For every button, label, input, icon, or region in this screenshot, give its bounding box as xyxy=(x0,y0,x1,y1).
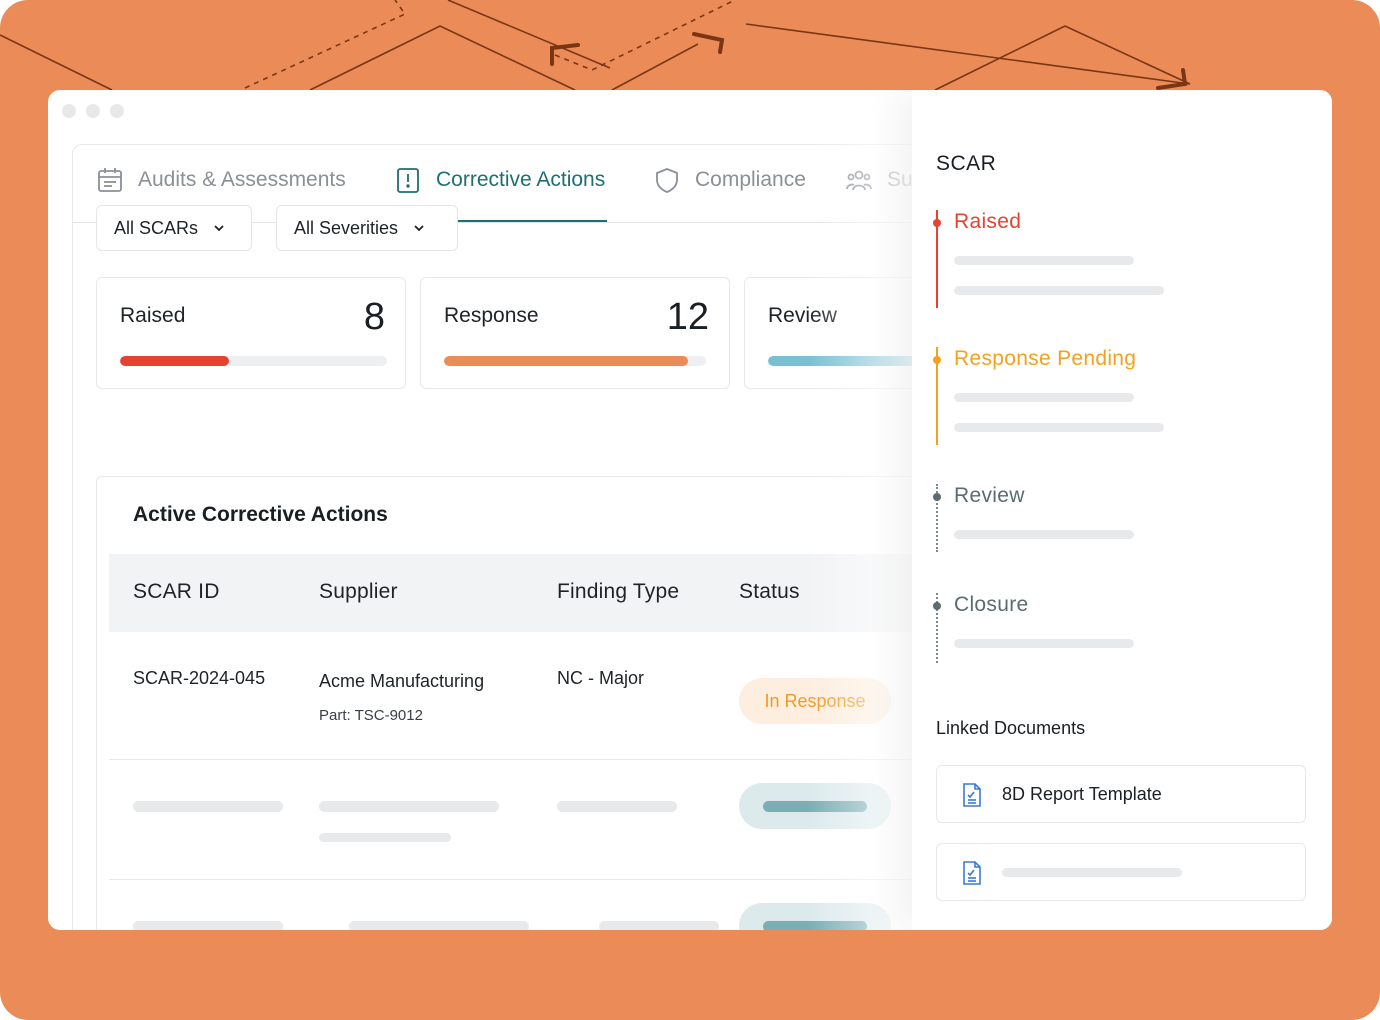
stat-value: 8 xyxy=(363,296,385,338)
progress-fill xyxy=(444,356,688,366)
status-badge-placeholder xyxy=(739,783,891,829)
supplier-name: Acme Manufacturing xyxy=(319,671,485,691)
document-name: 8D Report Template xyxy=(1002,784,1162,804)
step-name: Review xyxy=(954,484,1025,507)
step-closure[interactable]: Closure xyxy=(933,593,1316,665)
scar-filter-dropdown[interactable]: All SCARs xyxy=(96,205,252,251)
window-controls xyxy=(62,104,124,118)
stat-label: Response xyxy=(444,304,539,327)
scar-detail-panel: SCAR Raised Response Pending Review Clos… xyxy=(912,90,1332,930)
panel-title: SCAR xyxy=(936,152,997,175)
users-icon xyxy=(846,170,872,191)
step-response-pending[interactable]: Response Pending xyxy=(933,347,1316,447)
progress-track xyxy=(120,356,387,366)
stat-label: Raised xyxy=(120,304,186,327)
finding-type: NC - Major xyxy=(557,668,645,688)
step-raised[interactable]: Raised xyxy=(933,210,1316,310)
progress-track xyxy=(444,356,706,366)
window-dot[interactable] xyxy=(110,104,124,118)
placeholder-line xyxy=(954,423,1164,432)
progress-fill xyxy=(768,356,929,366)
decorative-lines xyxy=(0,0,1191,91)
progress-fill xyxy=(120,356,230,366)
timeline-dot xyxy=(933,219,941,227)
step-name: Response Pending xyxy=(954,347,1137,370)
placeholder-line xyxy=(133,921,283,930)
placeholder-line xyxy=(319,801,499,812)
linked-documents-title: Linked Documents xyxy=(936,718,1086,738)
status-badge-placeholder xyxy=(739,903,891,930)
window-dot[interactable] xyxy=(62,104,76,118)
document-icon xyxy=(963,783,981,807)
tab-label: Audits & Assessments xyxy=(138,168,346,191)
tab-suppliers[interactable]: Su xyxy=(845,166,913,222)
status-badge[interactable]: In Response xyxy=(739,678,891,724)
document-icon xyxy=(963,861,981,885)
filter-label: All Severities xyxy=(294,217,399,238)
timeline-dot xyxy=(933,493,941,501)
app-window: Audits & Assessments Corrective Actions … xyxy=(48,90,1332,930)
stat-card-response[interactable]: Response 12 xyxy=(420,277,730,389)
alert-doc-icon xyxy=(397,168,419,193)
window-dot[interactable] xyxy=(86,104,100,118)
step-review[interactable]: Review xyxy=(933,484,1316,554)
chevron-down-icon xyxy=(414,225,424,232)
tab-label: Corrective Actions xyxy=(436,168,606,191)
tab-compliance[interactable]: Compliance xyxy=(653,166,806,222)
placeholder-line xyxy=(557,801,677,812)
tab-label: Compliance xyxy=(695,168,806,191)
part-number: Part: TSC-9012 xyxy=(319,707,423,724)
scar-id: SCAR-2024-045 xyxy=(133,668,266,688)
placeholder-line xyxy=(954,286,1164,295)
severity-filter-dropdown[interactable]: All Severities xyxy=(276,205,458,251)
placeholder-line xyxy=(133,801,283,812)
background-stage: Audits & Assessments Corrective Actions … xyxy=(0,0,1380,1020)
column-header[interactable]: SCAR ID xyxy=(133,580,220,604)
timeline-dot xyxy=(933,356,941,364)
panel-title: Active Corrective Actions xyxy=(133,503,388,526)
stat-value: 12 xyxy=(666,296,709,338)
tab-label: Su xyxy=(887,168,913,191)
placeholder-line xyxy=(319,833,451,842)
stat-label: Review xyxy=(768,304,837,327)
column-header[interactable]: Supplier xyxy=(319,580,398,604)
placeholder-line xyxy=(954,530,1134,539)
step-name: Closure xyxy=(954,593,1029,616)
calendar-icon xyxy=(98,168,122,192)
linked-document-item[interactable]: 8D Report Template xyxy=(936,765,1306,823)
column-header[interactable]: Finding Type xyxy=(557,580,679,604)
filter-label: All SCARs xyxy=(114,217,199,238)
placeholder-line xyxy=(954,256,1134,265)
placeholder-line xyxy=(599,921,719,930)
timeline-dot xyxy=(933,602,941,610)
chevron-down-icon xyxy=(214,225,224,232)
placeholder-line xyxy=(954,639,1134,648)
placeholder-line xyxy=(1002,868,1182,877)
step-name: Raised xyxy=(954,210,1022,233)
linked-document-item[interactable] xyxy=(936,843,1306,901)
stat-card-raised[interactable]: Raised 8 xyxy=(96,277,406,389)
placeholder-line xyxy=(349,921,529,930)
shield-icon xyxy=(656,168,678,193)
column-header[interactable]: Status xyxy=(739,580,800,604)
placeholder-line xyxy=(954,393,1134,402)
